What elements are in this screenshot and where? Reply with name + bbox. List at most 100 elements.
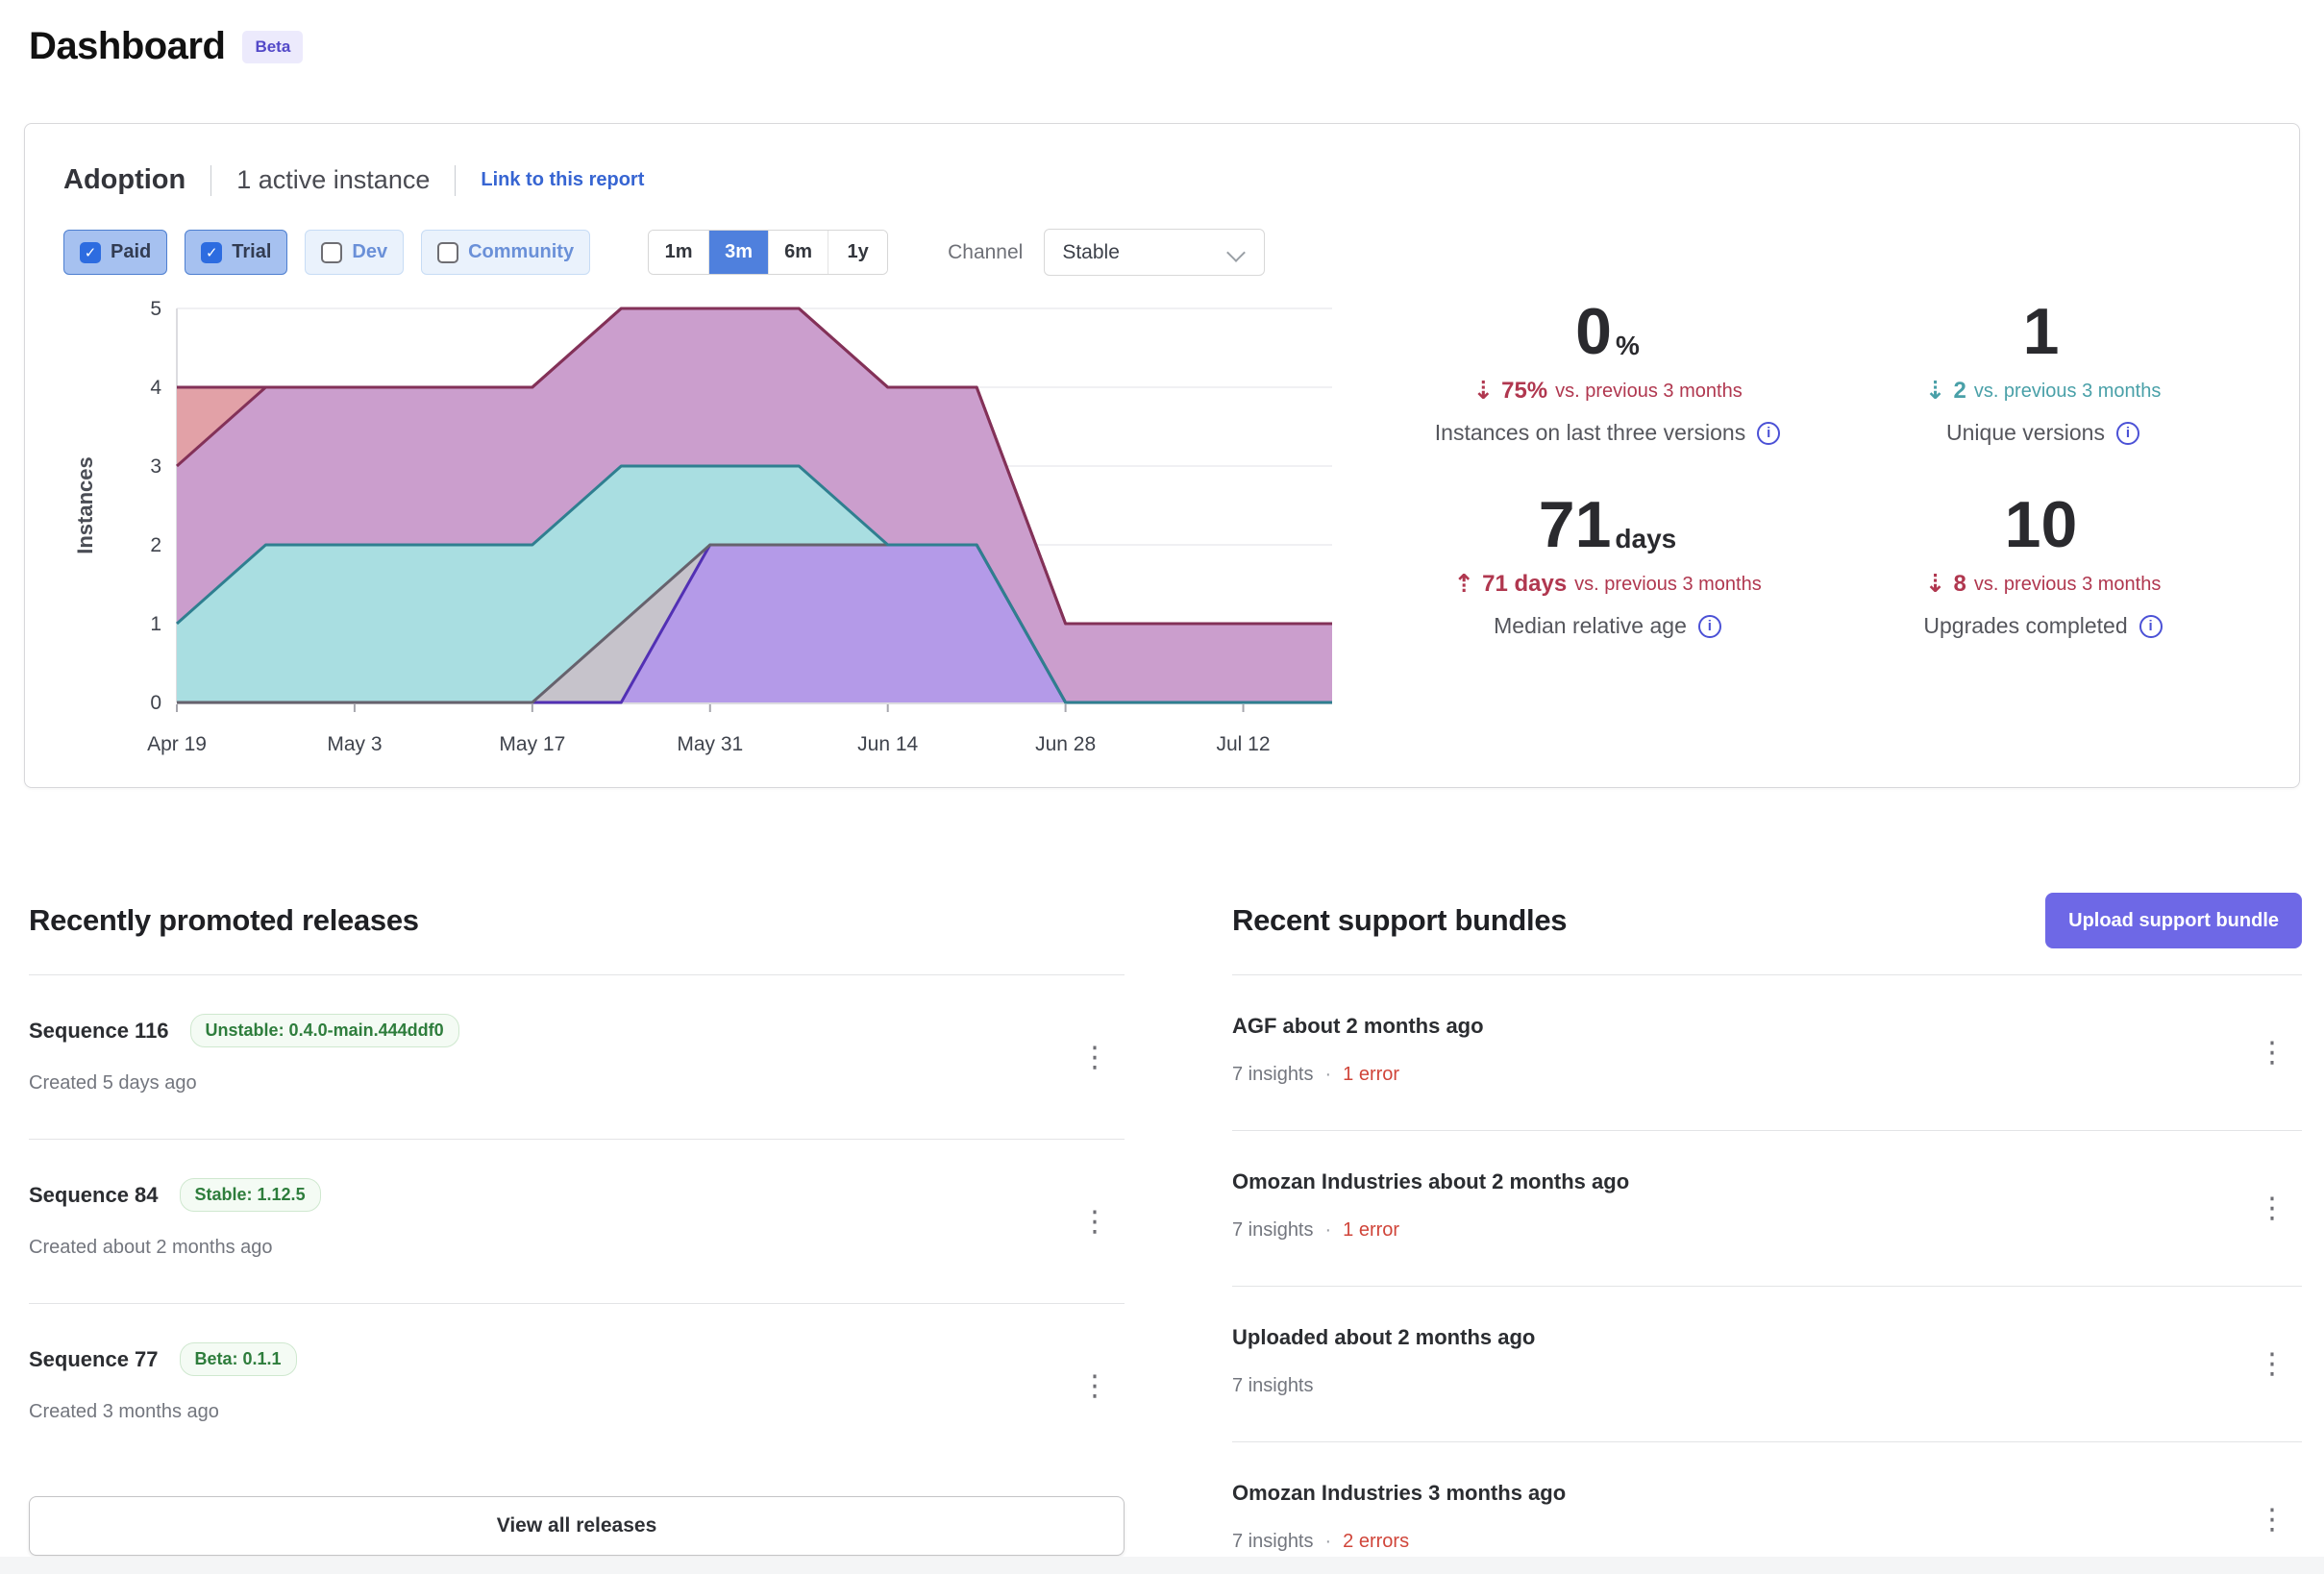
info-icon[interactable] bbox=[2116, 422, 2139, 445]
stat-delta: ⇣ 75% vs. previous 3 months bbox=[1472, 378, 1742, 405]
stat-label: Instances on last three versions bbox=[1435, 420, 1745, 446]
stat-delta: ⇣ 8 vs. previous 3 months bbox=[1925, 571, 2162, 598]
checkbox-icon bbox=[321, 242, 342, 263]
range-1m[interactable]: 1m bbox=[649, 231, 708, 274]
bottom-sections: Recently promoted releases Sequence 116 … bbox=[29, 892, 2302, 1574]
svg-text:3: 3 bbox=[150, 455, 161, 478]
dot-separator: · bbox=[1325, 1219, 1332, 1242]
active-instance-count: 1 active instance bbox=[236, 165, 430, 195]
link-to-report[interactable]: Link to this report bbox=[481, 169, 644, 191]
adoption-card-header: Adoption 1 active instance Link to this … bbox=[63, 164, 2261, 196]
svg-text:Instances: Instances bbox=[73, 456, 97, 554]
filter-chip-trial[interactable]: Trial bbox=[185, 230, 287, 275]
release-created: Created 5 days ago bbox=[29, 1072, 197, 1094]
kebab-menu-icon[interactable] bbox=[1076, 1034, 1115, 1080]
range-1y[interactable]: 1y bbox=[828, 231, 887, 274]
stat-value: 0 bbox=[1575, 299, 1612, 364]
svg-text:Jun 14: Jun 14 bbox=[857, 733, 918, 755]
channel-select[interactable]: Stable bbox=[1044, 229, 1265, 276]
stat-unit: % bbox=[1616, 332, 1640, 359]
release-title: Sequence 77 bbox=[29, 1347, 159, 1372]
bundle-errors: 1 error bbox=[1343, 1219, 1399, 1242]
bundle-errors: 2 errors bbox=[1343, 1531, 1409, 1553]
adoption-title: Adoption bbox=[63, 164, 185, 196]
stat-unique-versions: 1 ⇣ 2 vs. previous 3 months Unique versi… bbox=[1842, 299, 2245, 446]
svg-text:0: 0 bbox=[150, 692, 161, 714]
checkbox-icon bbox=[437, 242, 458, 263]
stat-median-relative-age: 71 days ⇡ 71 days vs. previous 3 months … bbox=[1406, 492, 1810, 639]
filter-label: Community bbox=[468, 241, 574, 263]
svg-text:May 31: May 31 bbox=[677, 733, 743, 755]
release-row-sequence-77[interactable]: Sequence 77 Beta: 0.1.1 Created 3 months… bbox=[29, 1303, 1125, 1467]
kebab-menu-icon[interactable] bbox=[1076, 1363, 1115, 1409]
kebab-menu-icon[interactable] bbox=[2254, 1186, 2292, 1232]
svg-text:4: 4 bbox=[150, 377, 161, 399]
range-6m[interactable]: 6m bbox=[768, 231, 828, 274]
time-range-group: 1m 3m 6m 1y bbox=[648, 230, 888, 275]
stat-value: 10 bbox=[2005, 492, 2078, 557]
bundle-row[interactable]: Omozan Industries 3 months ago 7 insight… bbox=[1232, 1441, 2302, 1574]
page-header: Dashboard Beta bbox=[29, 25, 303, 68]
bundle-title: AGF about 2 months ago bbox=[1232, 1014, 1484, 1039]
page-bottom-strip bbox=[0, 1557, 2324, 1574]
divider bbox=[210, 165, 211, 196]
bundle-row[interactable]: AGF about 2 months ago 7 insights · 1 er… bbox=[1232, 974, 2302, 1130]
adoption-stats-grid: 0 % ⇣ 75% vs. previous 3 months Instance… bbox=[1390, 293, 2261, 771]
filter-chip-paid[interactable]: Paid bbox=[63, 230, 167, 275]
stat-unit: days bbox=[1615, 526, 1676, 553]
bundle-row[interactable]: Omozan Industries about 2 months ago 7 i… bbox=[1232, 1130, 2302, 1286]
divider bbox=[455, 165, 456, 196]
stat-delta: ⇡ 71 days vs. previous 3 months bbox=[1453, 571, 1761, 598]
bundle-title: Omozan Industries 3 months ago bbox=[1232, 1481, 1566, 1506]
stat-label: Median relative age bbox=[1494, 613, 1687, 639]
info-icon[interactable] bbox=[2139, 615, 2163, 638]
kebab-menu-icon[interactable] bbox=[2254, 1497, 2292, 1543]
release-row-sequence-84[interactable]: Sequence 84 Stable: 1.12.5 Created about… bbox=[29, 1139, 1125, 1303]
stat-upgrades-completed: 10 ⇣ 8 vs. previous 3 months Upgrades co… bbox=[1842, 492, 2245, 639]
stat-delta: ⇣ 2 vs. previous 3 months bbox=[1925, 378, 2162, 405]
range-3m[interactable]: 3m bbox=[708, 231, 768, 274]
checkbox-icon bbox=[201, 242, 222, 263]
kebab-menu-icon[interactable] bbox=[2254, 1341, 2292, 1388]
channel-filter: Channel Stable bbox=[948, 229, 1265, 276]
channel-label: Channel bbox=[948, 241, 1023, 264]
bundle-insights: 7 insights bbox=[1232, 1219, 1314, 1242]
svg-text:1: 1 bbox=[150, 613, 161, 635]
down-arrow-icon: ⇣ bbox=[1925, 379, 1946, 404]
filter-chip-community[interactable]: Community bbox=[421, 230, 590, 275]
filter-label: Trial bbox=[232, 241, 271, 263]
bundle-errors: 1 error bbox=[1343, 1064, 1399, 1086]
down-arrow-icon: ⇣ bbox=[1925, 572, 1946, 597]
stat-value: 1 bbox=[2023, 299, 2060, 364]
beta-badge: Beta bbox=[242, 31, 303, 63]
page-title: Dashboard bbox=[29, 25, 225, 68]
stat-label: Unique versions bbox=[1946, 420, 2105, 446]
release-channel-badge: Beta: 0.1.1 bbox=[180, 1342, 297, 1376]
filter-label: Paid bbox=[111, 241, 151, 263]
bundle-row[interactable]: Uploaded about 2 months ago 7 insights · bbox=[1232, 1286, 2302, 1441]
upload-support-bundle-button[interactable]: Upload support bundle bbox=[2045, 893, 2302, 948]
dot-separator: · bbox=[1325, 1531, 1332, 1553]
release-row-sequence-116[interactable]: Sequence 116 Unstable: 0.4.0-main.444ddf… bbox=[29, 974, 1125, 1139]
view-all-releases-button[interactable]: View all releases bbox=[29, 1496, 1125, 1556]
filter-chip-dev[interactable]: Dev bbox=[305, 230, 404, 275]
svg-text:5: 5 bbox=[150, 298, 161, 320]
info-icon[interactable] bbox=[1757, 422, 1780, 445]
releases-heading: Recently promoted releases bbox=[29, 903, 419, 938]
dashboard-page: Dashboard Beta Adoption 1 active instanc… bbox=[0, 0, 2324, 1574]
bundle-insights: 7 insights bbox=[1232, 1531, 1314, 1553]
releases-list: Sequence 116 Unstable: 0.4.0-main.444ddf… bbox=[29, 974, 1125, 1467]
info-icon[interactable] bbox=[1698, 615, 1721, 638]
kebab-menu-icon[interactable] bbox=[1076, 1198, 1115, 1244]
dot-separator: · bbox=[1325, 1064, 1332, 1086]
svg-text:Jul 12: Jul 12 bbox=[1217, 733, 1271, 755]
svg-text:May 17: May 17 bbox=[499, 733, 565, 755]
kebab-menu-icon[interactable] bbox=[2254, 1030, 2292, 1076]
bundles-heading: Recent support bundles bbox=[1232, 903, 1567, 938]
instances-area-chart: Apr 19May 3May 17May 31Jun 14Jun 28Jul 1… bbox=[63, 293, 1390, 771]
recently-promoted-releases-section: Recently promoted releases Sequence 116 … bbox=[29, 892, 1125, 1574]
bundle-insights: 7 insights bbox=[1232, 1375, 1314, 1397]
up-arrow-icon: ⇡ bbox=[1453, 572, 1474, 597]
chart-and-stats: Apr 19May 3May 17May 31Jun 14Jun 28Jul 1… bbox=[63, 293, 2261, 771]
bundle-title: Omozan Industries about 2 months ago bbox=[1232, 1169, 1629, 1194]
